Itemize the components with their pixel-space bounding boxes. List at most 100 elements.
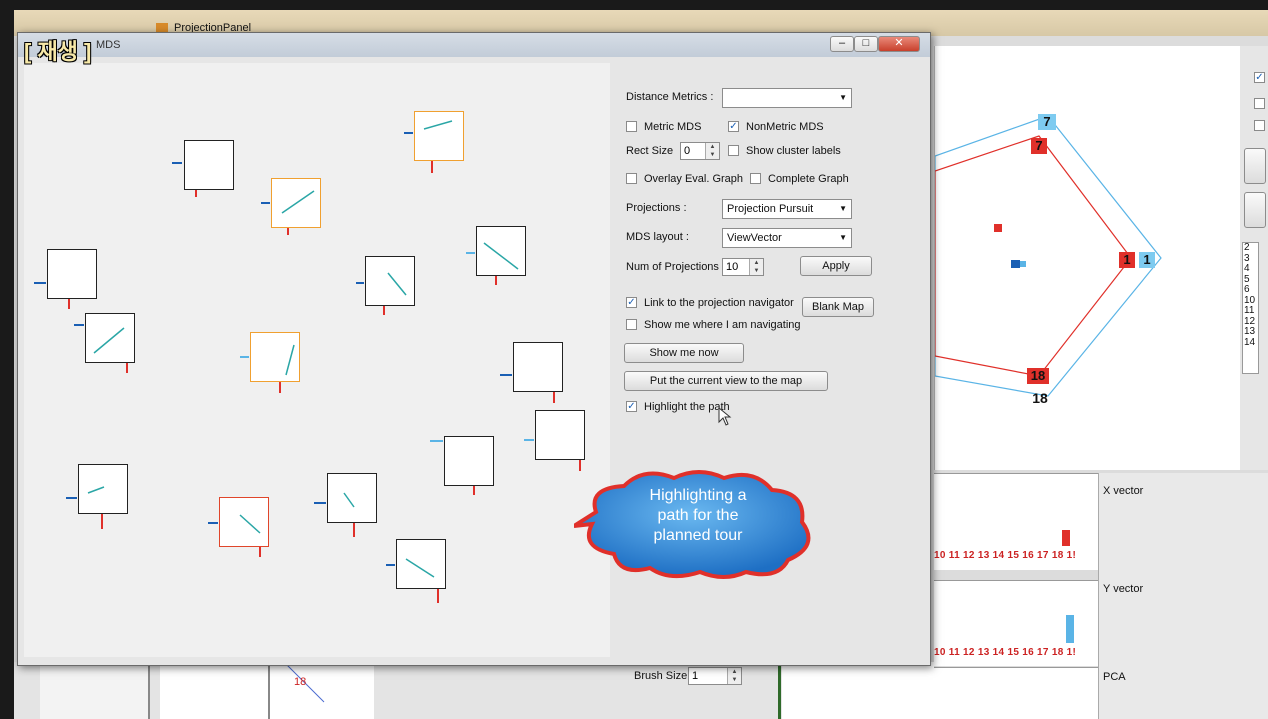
brush-size-spinner[interactable]: ▲ ▼ (727, 668, 741, 684)
right-strip-checkbox-2[interactable] (1254, 98, 1265, 109)
rect-size-value: 0 (684, 145, 691, 157)
projection-thumbnail[interactable] (219, 497, 269, 547)
right-strip-checkbox-1[interactable]: ✓ (1254, 72, 1265, 83)
num-projections-input[interactable]: 10 ▲ ▼ (722, 258, 764, 276)
y-vector-bar (1066, 615, 1074, 643)
projections-label: Projections : (626, 202, 687, 214)
nonmetric-mds-checkbox[interactable]: ✓ (728, 121, 739, 132)
callout-text: Highlighting a path for the planned tour (649, 487, 747, 544)
radar-label-1-red: 1 (1119, 252, 1135, 268)
green-divider (778, 662, 781, 719)
vector-labels-column: X vector Y vector PCA (1098, 473, 1268, 719)
pca-label: PCA (1103, 671, 1126, 683)
radar-blue-dot (1011, 260, 1020, 268)
overlay-tag: [ 재생 ] (24, 39, 92, 64)
bottom-panel-1 (40, 662, 150, 719)
mds-canvas[interactable] (24, 63, 610, 657)
right-strip-checkbox-3[interactable] (1254, 120, 1265, 131)
distance-metrics-label: Distance Metrics : (626, 91, 714, 103)
projection-thumbnail[interactable] (396, 539, 446, 589)
chevron-down-icon: ▼ (839, 93, 847, 102)
minimize-button[interactable]: – (830, 36, 854, 52)
right-list-item[interactable]: 2 (1244, 242, 1258, 254)
right-list-item[interactable]: 14 (1244, 337, 1258, 349)
overlay-eval-graph-label[interactable]: Overlay Eval. Graph (644, 173, 743, 185)
bottom-plot: 18 (270, 662, 374, 719)
radar-panel: 7 7 1 1 18 18 (934, 46, 1241, 470)
complete-graph-label[interactable]: Complete Graph (768, 173, 849, 185)
projection-thumbnail[interactable] (184, 140, 234, 190)
y-vector-label: Y vector (1103, 583, 1144, 595)
radar-label-18-blue: 18 (1032, 390, 1048, 406)
show-me-now-button[interactable]: Show me now (624, 343, 744, 363)
projection-thumbnail[interactable] (365, 256, 415, 306)
right-strip-button-1[interactable] (1244, 148, 1266, 184)
radar-lightblue-dot (1020, 261, 1026, 267)
radar-red-dot (994, 224, 1002, 232)
num-projections-value: 10 (726, 261, 739, 273)
radar-label-7-blue: 7 (1038, 114, 1056, 130)
chevron-down-icon: ▼ (839, 233, 847, 242)
brush-size-value: 1 (692, 670, 699, 682)
projection-thumbnail[interactable] (78, 464, 128, 514)
right-list-item[interactable]: 4 (1244, 263, 1258, 275)
callout-cloud: Highlighting a path for the planned tour (574, 466, 824, 582)
overlay-eval-graph-checkbox[interactable] (626, 173, 637, 184)
x-vector-bar (1062, 530, 1070, 546)
highlight-path-label[interactable]: Highlight the path (644, 401, 730, 413)
y-vector-panel: 10 11 12 13 14 15 16 17 18 1! (934, 580, 1098, 666)
apply-button[interactable]: Apply (800, 256, 872, 276)
close-button[interactable]: ✕ (878, 36, 920, 52)
projection-thumbnail[interactable] (476, 226, 526, 276)
link-navigator-checkbox[interactable]: ✓ (626, 297, 637, 308)
right-list-item[interactable]: 6 (1244, 284, 1258, 296)
projection-thumbnail[interactable] (85, 313, 135, 363)
blank-map-button[interactable]: Blank Map (802, 297, 874, 317)
projection-thumbnail[interactable] (513, 342, 563, 392)
distance-metrics-select[interactable]: ▼ (722, 88, 852, 108)
y-vector-axis-labels: 10 11 12 13 14 15 16 17 18 1! (934, 647, 1077, 658)
maximize-button[interactable]: □ (854, 36, 878, 52)
projections-value: Projection Pursuit (727, 203, 814, 215)
mds-titlebar: MDS – □ ✕ (18, 33, 930, 57)
metric-mds-checkbox[interactable] (626, 121, 637, 132)
rect-size-spinner[interactable]: ▲ ▼ (705, 143, 719, 159)
brush-size-input[interactable]: 1 ▲ ▼ (688, 667, 742, 685)
right-number-list[interactable]: 2 3 4 5 6 10 11 12 13 14 (1242, 242, 1259, 374)
projection-thumbnail[interactable] (535, 410, 585, 460)
right-control-strip: ✓ 2 3 4 5 6 10 11 12 13 14 (1240, 46, 1268, 470)
nonmetric-mds-label[interactable]: NonMetric MDS (746, 121, 824, 133)
link-navigator-label[interactable]: Link to the projection navigator (644, 297, 794, 309)
projection-thumbnail[interactable] (414, 111, 464, 161)
projection-thumbnail[interactable] (444, 436, 494, 486)
show-cluster-labels-label[interactable]: Show cluster labels (746, 145, 841, 157)
radar-red-outline (935, 135, 1132, 377)
num-projections-label: Num of Projections : (626, 261, 726, 273)
num-projections-spinner[interactable]: ▲ ▼ (749, 259, 763, 275)
screen: ProjectionPanel 7 7 1 1 18 18 ✓ 2 3 4 5 … (14, 10, 1268, 719)
complete-graph-checkbox[interactable] (750, 173, 761, 184)
put-current-view-button[interactable]: Put the current view to the map (624, 371, 828, 391)
right-strip-button-2[interactable] (1244, 192, 1266, 228)
projections-select[interactable]: Projection Pursuit ▼ (722, 199, 852, 219)
projection-thumbnail[interactable] (327, 473, 377, 523)
radar-label-7-red: 7 (1031, 138, 1047, 154)
show-where-label[interactable]: Show me where I am navigating (644, 319, 801, 331)
metric-mds-label[interactable]: Metric MDS (644, 121, 701, 133)
right-list-item[interactable]: 13 (1244, 326, 1258, 338)
chevron-down-icon: ▼ (839, 204, 847, 213)
mds-layout-label: MDS layout : (626, 231, 689, 243)
right-list-item[interactable]: 11 (1244, 305, 1258, 317)
projection-thumbnail[interactable] (47, 249, 97, 299)
brush-size-label: Brush Size (634, 670, 688, 682)
mds-window-title: MDS (96, 39, 121, 51)
highlight-path-checkbox[interactable]: ✓ (626, 401, 637, 412)
mds-layout-select[interactable]: ViewVector ▼ (722, 228, 852, 248)
show-cluster-labels-checkbox[interactable] (728, 145, 739, 156)
mds-layout-value: ViewVector (727, 232, 782, 244)
projection-thumbnail[interactable] (250, 332, 300, 382)
rect-size-input[interactable]: 0 ▲ ▼ (680, 142, 720, 160)
bottom-left-strip: 18 Brush Size 1 ▲ ▼ (14, 662, 934, 719)
projection-thumbnail[interactable] (271, 178, 321, 228)
show-where-checkbox[interactable] (626, 319, 637, 330)
